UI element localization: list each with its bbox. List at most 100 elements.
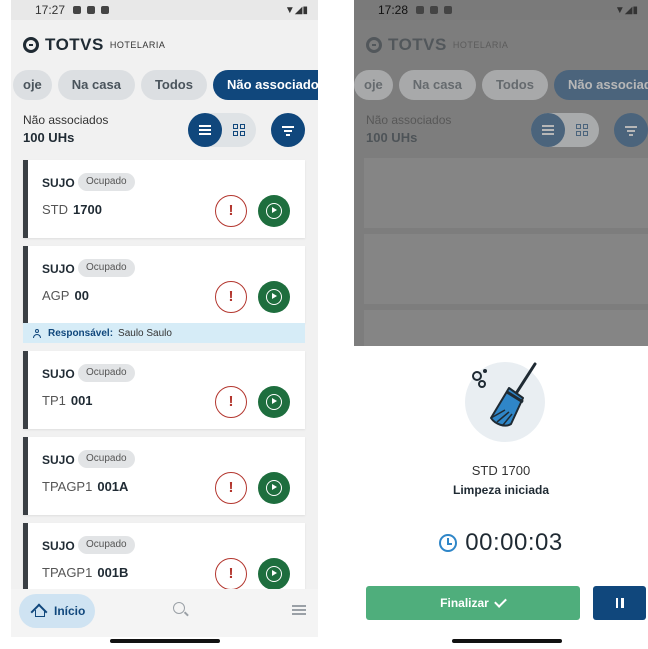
room-card[interactable]: SUJO Ocupado AGP 00 !: [23, 246, 305, 323]
responsible-bar: Responsável: Saulo Saulo: [23, 323, 305, 343]
signal-battery-icons: ▼◢▮: [284, 4, 308, 16]
check-icon: [493, 595, 507, 608]
notification-icon: [87, 6, 96, 14]
summary-count: 100 UHs: [23, 130, 75, 145]
list-icon: [542, 125, 554, 135]
room-list-screen: 17:27 ▼◢▮ TOTVS HOTELARIA oje Na casa To…: [11, 0, 318, 637]
finish-button[interactable]: Finalizar: [366, 586, 580, 620]
status-bar: 17:28 ▼◢▮: [354, 0, 648, 20]
filter-chips: oje Na casa Todos Não associados: [13, 70, 318, 100]
broom-icon: [465, 362, 545, 442]
grid-view-button[interactable]: [222, 113, 256, 147]
view-toggle: [531, 113, 599, 147]
dimmed-card: [364, 310, 648, 346]
occupancy-badge: Ocupado: [78, 259, 135, 277]
filter-icon: [282, 125, 294, 136]
brand-name: TOTVS: [45, 35, 104, 54]
alert-button[interactable]: !: [215, 281, 247, 313]
signal-battery-icons: ▼◢▮: [614, 4, 638, 16]
play-icon: [266, 480, 282, 496]
chip-na-casa[interactable]: Na casa: [57, 70, 135, 100]
room-id: TPAGP1 001A: [42, 479, 129, 494]
finish-label: Finalizar: [440, 596, 489, 610]
start-cleaning-button[interactable]: [258, 558, 290, 590]
alert-button[interactable]: !: [215, 386, 247, 418]
filter-button[interactable]: [271, 113, 305, 147]
brand-name: TOTVS: [388, 35, 447, 54]
clock-icon: [439, 534, 458, 552]
person-icon: [33, 328, 41, 338]
room-id: AGP 00: [42, 288, 89, 303]
nav-home[interactable]: Início: [19, 594, 95, 628]
totvs-logo-icon: [366, 37, 382, 53]
shield-icon: [416, 6, 425, 14]
occupancy-badge: Ocupado: [78, 364, 135, 382]
chip-nao-associados[interactable]: Não associados: [212, 70, 318, 100]
dimmed-card: [364, 158, 648, 228]
bottom-nav: Início: [11, 589, 318, 637]
filter-chips: oje Na casa Todos Não associados: [354, 70, 648, 100]
alert-button[interactable]: !: [215, 558, 247, 590]
room-card[interactable]: SUJO Ocupado TP1 001 !: [23, 351, 305, 429]
pause-button[interactable]: [593, 586, 646, 620]
home-icon: [32, 605, 46, 617]
start-cleaning-button[interactable]: [258, 472, 290, 504]
notification-icon: [430, 6, 439, 14]
brand-logo: TOTVS HOTELARIA: [366, 35, 508, 55]
alert-button[interactable]: !: [215, 195, 247, 227]
cleaning-started-screen: 17:28 ▼◢▮ TOTVS HOTELARIA oje Na casa To…: [354, 0, 648, 637]
start-cleaning-button[interactable]: [258, 386, 290, 418]
cleaning-bottom-sheet: STD 1700 Limpeza iniciada 00:00:03 Final…: [354, 346, 648, 637]
sheet-room: STD 1700: [471, 463, 531, 478]
nav-home-label: Início: [54, 604, 86, 618]
search-icon[interactable]: [173, 602, 185, 614]
status-time: 17:28: [378, 3, 409, 17]
chip-na-casa: Na casa: [398, 70, 476, 100]
gesture-bar: [452, 639, 562, 643]
room-id: TPAGP1 001B: [42, 565, 129, 580]
brand-sub: HOTELARIA: [452, 40, 509, 50]
start-cleaning-button[interactable]: [258, 195, 290, 227]
summary-label: Não associados: [23, 113, 109, 127]
shield-icon: [73, 6, 82, 14]
grid-icon: [233, 124, 245, 136]
room-status: SUJO: [42, 262, 75, 276]
list-icon: [199, 125, 211, 135]
occupancy-badge: Ocupado: [78, 173, 135, 191]
room-card[interactable]: SUJO Ocupado STD 1700 !: [23, 160, 305, 238]
start-cleaning-button[interactable]: [258, 281, 290, 313]
room-status: SUJO: [42, 367, 75, 381]
chip-hoje[interactable]: oje: [13, 70, 52, 100]
list-view-button[interactable]: [188, 113, 222, 147]
room-status: SUJO: [42, 453, 75, 467]
filter-button: [614, 113, 648, 147]
responsible-label: Responsável:: [48, 327, 114, 339]
chip-todos[interactable]: Todos: [140, 70, 207, 100]
menu-icon[interactable]: [292, 605, 306, 615]
app-icon: [101, 6, 110, 14]
list-view-button: [531, 113, 565, 147]
grid-view-button: [565, 113, 599, 147]
pause-icon: [615, 598, 624, 608]
timer-value: 00:00:03: [465, 529, 563, 556]
summary-label: Não associados: [366, 113, 452, 127]
filter-icon: [625, 125, 637, 136]
room-card[interactable]: SUJO Ocupado TPAGP1 001A !: [23, 437, 305, 515]
occupancy-badge: Ocupado: [78, 450, 135, 468]
play-icon: [266, 289, 282, 305]
room-status: SUJO: [42, 176, 75, 190]
gesture-bar: [110, 639, 220, 643]
status-bar: 17:27 ▼◢▮: [11, 0, 318, 20]
app-icon: [444, 6, 453, 14]
chip-nao-associados: Não associados: [553, 70, 648, 100]
grid-icon: [576, 124, 588, 136]
play-icon: [266, 394, 282, 410]
room-id: STD 1700: [42, 202, 102, 217]
play-icon: [266, 566, 282, 582]
brand-logo: TOTVS HOTELARIA: [23, 35, 165, 55]
occupancy-badge: Ocupado: [78, 536, 135, 554]
alert-button[interactable]: !: [215, 472, 247, 504]
sheet-status: Limpeza iniciada: [452, 483, 550, 497]
chip-hoje: oje: [354, 70, 393, 100]
room-status: SUJO: [42, 539, 75, 553]
